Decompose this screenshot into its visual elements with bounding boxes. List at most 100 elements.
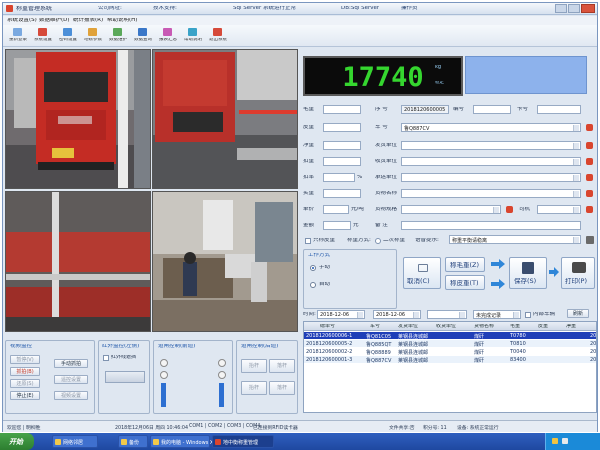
data-query-button[interactable]: 数据查询 [132, 27, 154, 45]
pause-button[interactable]: 暂停(V) [10, 355, 40, 364]
weight-value: 17740 [342, 64, 424, 91]
front-lower-button[interactable]: 落杆 [269, 381, 295, 395]
amount-field[interactable] [323, 221, 351, 230]
refresh-button[interactable]: 刷新 [567, 309, 589, 318]
menu-help[interactable]: 帮助说明(H) [107, 18, 137, 24]
start-button[interactable]: 开始 [0, 433, 34, 450]
tare-weigh-button[interactable]: 称皮重(T) [445, 275, 485, 290]
internal-vehicle-checkbox[interactable] [525, 312, 531, 318]
col-goods[interactable]: 货物名称 [474, 324, 494, 329]
carrier-add-icon[interactable] [586, 174, 593, 181]
status-rfid: 已连接到RFID读卡器 [253, 426, 298, 431]
table-row[interactable]: 2018120600005-2 鲁Q885QT 莱钢县连城邮 煤矸 T0810 … [304, 340, 596, 348]
system-settings-button[interactable]: 系统设置 [32, 27, 54, 45]
rear-lower-button[interactable]: 落杆 [269, 359, 295, 373]
menu-reports[interactable]: 统计报表(R) [73, 18, 103, 24]
manual-radio[interactable] [310, 265, 316, 271]
gross-weight-field[interactable] [323, 105, 361, 114]
menu-data-maintenance[interactable]: 数据维护(D) [39, 18, 70, 24]
table-row[interactable]: 2018120600006-1 鲁Q81C05 莱钢县连城邮 煤矸 T0780 … [304, 332, 596, 340]
col-tare[interactable]: 皮重 [538, 324, 548, 329]
menu-bar: 系统设置(S) 数据维护(D) 统计报表(R) 帮助说明(H) [3, 16, 597, 25]
spec-label: 货物规格 [375, 207, 398, 212]
receiver-select[interactable] [401, 157, 581, 166]
camera-feed-4 [152, 191, 298, 332]
cell-sender: 莱钢县连城邮 [398, 358, 429, 364]
weigh-mode-radio[interactable] [375, 238, 381, 244]
deduct-rate-field[interactable] [323, 173, 355, 182]
plate-select[interactable]: 鲁Q887CV [401, 123, 581, 132]
receiver-label: 收货单位 [375, 159, 398, 164]
driver-add-icon[interactable] [586, 206, 593, 213]
unit-price-field[interactable] [323, 205, 349, 214]
plate-add-icon[interactable] [586, 124, 593, 131]
rear-raise-button[interactable]: 抬杆 [241, 359, 267, 373]
taskbar-item-my-computer[interactable]: 我的电脑 - Windows X... [150, 435, 218, 448]
minimize-button[interactable] [555, 4, 567, 13]
capture-button[interactable]: 抓拍(B) [10, 367, 40, 376]
col-ticket-no[interactable]: 磅单号 [320, 324, 335, 329]
data-maintenance-button[interactable]: 数据维护 [107, 27, 129, 45]
goods-select[interactable] [401, 189, 581, 198]
taskbar-item-backup[interactable]: 备份 [118, 435, 148, 448]
print-button[interactable]: 打印(P) [561, 257, 595, 289]
exit-button[interactable]: 退出系统 [207, 27, 229, 45]
voice-select[interactable]: 称重平衡请稳离 [449, 235, 581, 244]
tray-icon[interactable] [552, 438, 558, 444]
actual-weight-field[interactable] [323, 189, 361, 198]
col-net[interactable]: 净重 [566, 324, 576, 329]
menu-system-settings[interactable]: 系统设置(S) [7, 18, 37, 24]
sender-select[interactable] [401, 141, 581, 150]
stop-button[interactable]: 停止(E) [10, 391, 40, 400]
driver-select[interactable] [537, 205, 581, 214]
taskbar-item-network[interactable]: 网络邻居 [52, 435, 98, 448]
cancel-button[interactable]: 取消(C) [403, 257, 441, 289]
col-receiver[interactable]: 收货单位 [436, 324, 456, 329]
voice-label: 语音提示: [415, 238, 439, 243]
gross-weigh-button[interactable]: 称毛重(Z) [445, 257, 485, 272]
cell-ticket-no: 2018120600001-3 [306, 357, 353, 363]
remote-settings-button[interactable]: 遥控设置 [54, 375, 88, 384]
front-raise-button[interactable]: 抬杆 [241, 381, 267, 395]
password-settings-button[interactable]: 密码设置 [57, 27, 79, 45]
table-row[interactable]: 2018120600002-2 鲁Q88889 莱钢县连城邮 煤矸 T0040 … [304, 348, 597, 356]
maximize-button[interactable] [568, 4, 580, 13]
cell-net: 20 [590, 349, 597, 355]
spec-select[interactable] [401, 205, 501, 214]
time-filter-select[interactable] [427, 310, 467, 319]
auto-radio[interactable] [310, 282, 316, 288]
help-button[interactable]: 帮助说明 [182, 27, 204, 45]
restore-button[interactable]: 还原(S) [10, 379, 40, 388]
sender-add-icon[interactable] [586, 142, 593, 149]
infrared-checkbox[interactable] [103, 355, 109, 361]
card-no-field[interactable] [537, 105, 581, 114]
volume-icon[interactable] [562, 438, 568, 444]
carrier-select[interactable] [401, 173, 581, 182]
col-sender[interactable]: 发货单位 [398, 324, 418, 329]
date-from-picker[interactable]: 2018-12-06 [317, 310, 365, 319]
speaker-icon[interactable] [586, 236, 594, 244]
tare-weight-field[interactable] [323, 123, 361, 132]
remark-field[interactable] [401, 221, 581, 230]
deduct-weight-field[interactable] [323, 157, 361, 166]
table-row[interactable]: 2018120600001-3 鲁Q887CV 莱钢县连城邮 煤矸 83400 … [304, 356, 596, 364]
col-gross[interactable]: 毛重 [510, 324, 520, 329]
system-settings-label: 系统设置 [34, 38, 52, 42]
taskbar-item-weighing-app[interactable]: 地中衡称重管理 [212, 435, 274, 448]
net-weight-field[interactable] [323, 141, 361, 150]
manual-capture-button[interactable]: 手动抓拍 [54, 359, 88, 368]
goods-add-icon[interactable] [586, 190, 593, 197]
report-summary-button[interactable]: 报表汇总 [157, 27, 179, 45]
relogin-button[interactable]: 重新登录 [7, 27, 29, 45]
col-plate[interactable]: 车号 [370, 324, 380, 329]
save-button[interactable]: 保存(S) [509, 257, 547, 289]
date-to-picker[interactable]: 2018-12-06 [373, 310, 421, 319]
tare-only-checkbox[interactable] [305, 238, 311, 244]
spec-add-icon[interactable] [506, 206, 513, 213]
receiver-add-icon[interactable] [586, 158, 593, 165]
code-field[interactable] [473, 105, 511, 114]
scale-params-button[interactable]: 地磅参数 [82, 27, 104, 45]
close-button[interactable] [581, 4, 595, 13]
record-filter-select[interactable]: 未完成记录 [473, 310, 521, 319]
video-settings-button[interactable]: 视频设置 [54, 391, 88, 400]
